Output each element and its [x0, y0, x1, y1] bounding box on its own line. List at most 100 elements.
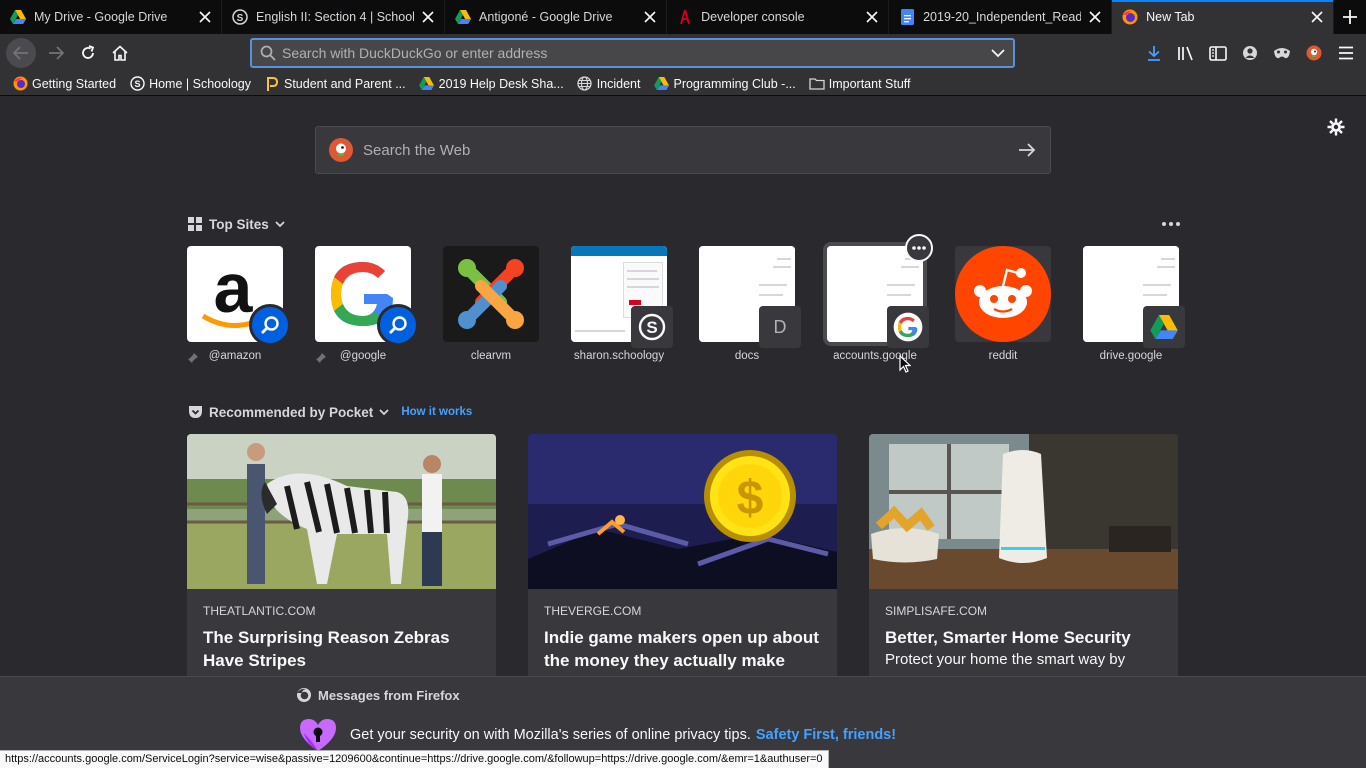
top-site-amazon[interactable]: a @amazon	[187, 246, 291, 363]
svg-text:a: a	[214, 249, 254, 327]
pocket-card[interactable]: $ THEVERGE.COM Indie game makers open up…	[528, 434, 837, 676]
bookmark-getting-started[interactable]: Getting Started	[12, 76, 116, 92]
card-title[interactable]: Better, Smarter Home Security	[869, 618, 1178, 649]
top-site-google[interactable]: @google	[315, 246, 419, 363]
top-site-schoology[interactable]: S sharon.schoology	[571, 246, 673, 362]
account-button[interactable]	[1234, 38, 1266, 68]
bookmark-incident[interactable]: Incident	[577, 76, 641, 92]
close-icon[interactable]	[1309, 9, 1325, 25]
message: Get your security on with Mozilla's seri…	[298, 717, 896, 753]
tab-title: Antigoné - Google Drive	[479, 10, 613, 24]
bookmark-home-schoology[interactable]: S Home | Schoology	[129, 76, 251, 92]
sidebar-icon	[1209, 45, 1227, 61]
tab-independent-reading[interactable]: 2019-20_Independent_Reading	[889, 0, 1113, 34]
bookmarks-toolbar: Getting Started S Home | Schoology Stude…	[0, 72, 1366, 96]
top-site-tile[interactable]	[443, 246, 539, 342]
safety-first-link[interactable]: Safety First, friends!	[756, 727, 896, 743]
top-site-tile[interactable]	[827, 234, 933, 348]
bookmark-label: Student and Parent ...	[284, 76, 406, 91]
bookmark-label: Incident	[596, 76, 641, 91]
tab-developer-console[interactable]: Developer console	[667, 0, 890, 34]
reload-button[interactable]	[74, 39, 102, 67]
mouse-cursor-icon	[899, 355, 911, 373]
forward-button[interactable]	[42, 39, 70, 67]
chevron-down-icon[interactable]	[379, 408, 389, 416]
chevron-down-icon[interactable]	[275, 220, 285, 228]
library-button[interactable]	[1170, 38, 1202, 68]
top-sites-title: Top Sites	[209, 216, 269, 232]
new-tab-button[interactable]	[1334, 0, 1366, 34]
home-button[interactable]	[106, 39, 134, 67]
card-source: THEVERGE.COM	[544, 604, 642, 618]
developer-console-icon	[677, 9, 693, 25]
heart-lock-icon	[300, 719, 336, 751]
pocket-heading[interactable]: Recommended by Pocket How it works	[187, 404, 472, 420]
top-site-docs[interactable]: D docs	[699, 246, 801, 362]
bookmark-programming-club[interactable]: Programming Club -...	[653, 76, 796, 92]
plus-icon	[1343, 10, 1358, 24]
tile-context-menu-button[interactable]	[905, 234, 933, 262]
top-site-accounts-google[interactable]: accounts.google	[827, 234, 933, 362]
hamburger-icon	[1339, 46, 1353, 60]
pocket-card[interactable]: THEATLANTIC.COM The Surprising Reason Ze…	[187, 434, 496, 676]
tab-english[interactable]: S English II: Section 4 | Schoology	[222, 0, 446, 34]
back-arrow-icon	[13, 46, 28, 60]
top-sites-heading[interactable]: Top Sites	[187, 216, 285, 232]
close-icon[interactable]	[420, 9, 436, 25]
address-bar[interactable]	[250, 38, 1015, 68]
downloads-button[interactable]	[1138, 38, 1170, 68]
how-it-works-link[interactable]: How it works	[401, 406, 472, 418]
customize-settings-button[interactable]	[1325, 116, 1347, 138]
address-input[interactable]	[276, 41, 991, 65]
duckduckgo-extension-button[interactable]	[1298, 38, 1330, 68]
card-source: THEATLANTIC.COM	[203, 604, 316, 618]
top-site-drive-google[interactable]: drive.google	[1083, 246, 1185, 362]
pocket-card[interactable]: SIMPLISAFE.COM Better, Smarter Home Secu…	[869, 434, 1178, 676]
schoology-icon: S	[129, 76, 145, 92]
arrow-right-icon[interactable]	[1018, 142, 1036, 158]
mask-icon	[1274, 48, 1290, 59]
folder-icon	[809, 76, 825, 92]
card-title[interactable]: The Surprising Reason Zebras Have Stripe…	[187, 618, 496, 672]
top-site-reddit[interactable]: reddit	[955, 246, 1051, 362]
close-icon[interactable]	[864, 9, 880, 25]
tab-my-drive[interactable]: My Drive - Google Drive	[0, 0, 223, 34]
close-icon[interactable]	[197, 9, 213, 25]
extension-button[interactable]	[1266, 38, 1298, 68]
close-icon[interactable]	[1087, 9, 1103, 25]
card-title[interactable]: Indie game makers open up about the mone…	[528, 618, 837, 672]
bookmark-student-parent[interactable]: Student and Parent ...	[264, 76, 406, 92]
web-search-input[interactable]	[353, 141, 1018, 159]
tab-title: Developer console	[701, 10, 805, 24]
account-icon	[1243, 46, 1257, 60]
back-button[interactable]	[6, 38, 36, 68]
tab-new-tab[interactable]: New Tab	[1112, 0, 1335, 34]
top-site-tile[interactable]	[315, 246, 419, 346]
top-site-tile[interactable]	[1083, 246, 1185, 348]
google-docs-icon	[899, 9, 915, 25]
pocket-title: Recommended by Pocket	[209, 404, 374, 420]
menu-button[interactable]	[1330, 38, 1362, 68]
bookmark-label: Important Stuff	[828, 76, 911, 91]
close-icon[interactable]	[642, 9, 658, 25]
top-site-clearvm[interactable]: clearvm	[443, 246, 539, 362]
bookmark-folder-important-stuff[interactable]: Important Stuff	[809, 76, 911, 92]
powerschool-icon	[264, 76, 280, 92]
top-site-tile[interactable]: a	[187, 246, 291, 346]
more-icon	[912, 246, 926, 250]
google-drive-icon	[1143, 306, 1185, 348]
tab-title: 2019-20_Independent_Reading	[923, 10, 1082, 24]
top-site-tile[interactable]: D	[699, 246, 801, 348]
bookmark-help-desk[interactable]: 2019 Help Desk Sha...	[419, 76, 564, 92]
pin-icon	[316, 353, 326, 363]
top-site-tile[interactable]: S	[571, 246, 673, 348]
sidebar-button[interactable]	[1202, 38, 1234, 68]
top-site-tile[interactable]	[955, 246, 1051, 342]
search-icon	[260, 45, 276, 61]
chevron-down-icon[interactable]	[991, 48, 1005, 58]
tab-antigone[interactable]: Antigoné - Google Drive	[445, 0, 668, 34]
top-sites-more-button[interactable]	[1160, 216, 1182, 232]
reload-icon	[82, 45, 95, 59]
web-search-box[interactable]	[315, 126, 1051, 174]
tab-title: New Tab	[1146, 10, 1195, 24]
